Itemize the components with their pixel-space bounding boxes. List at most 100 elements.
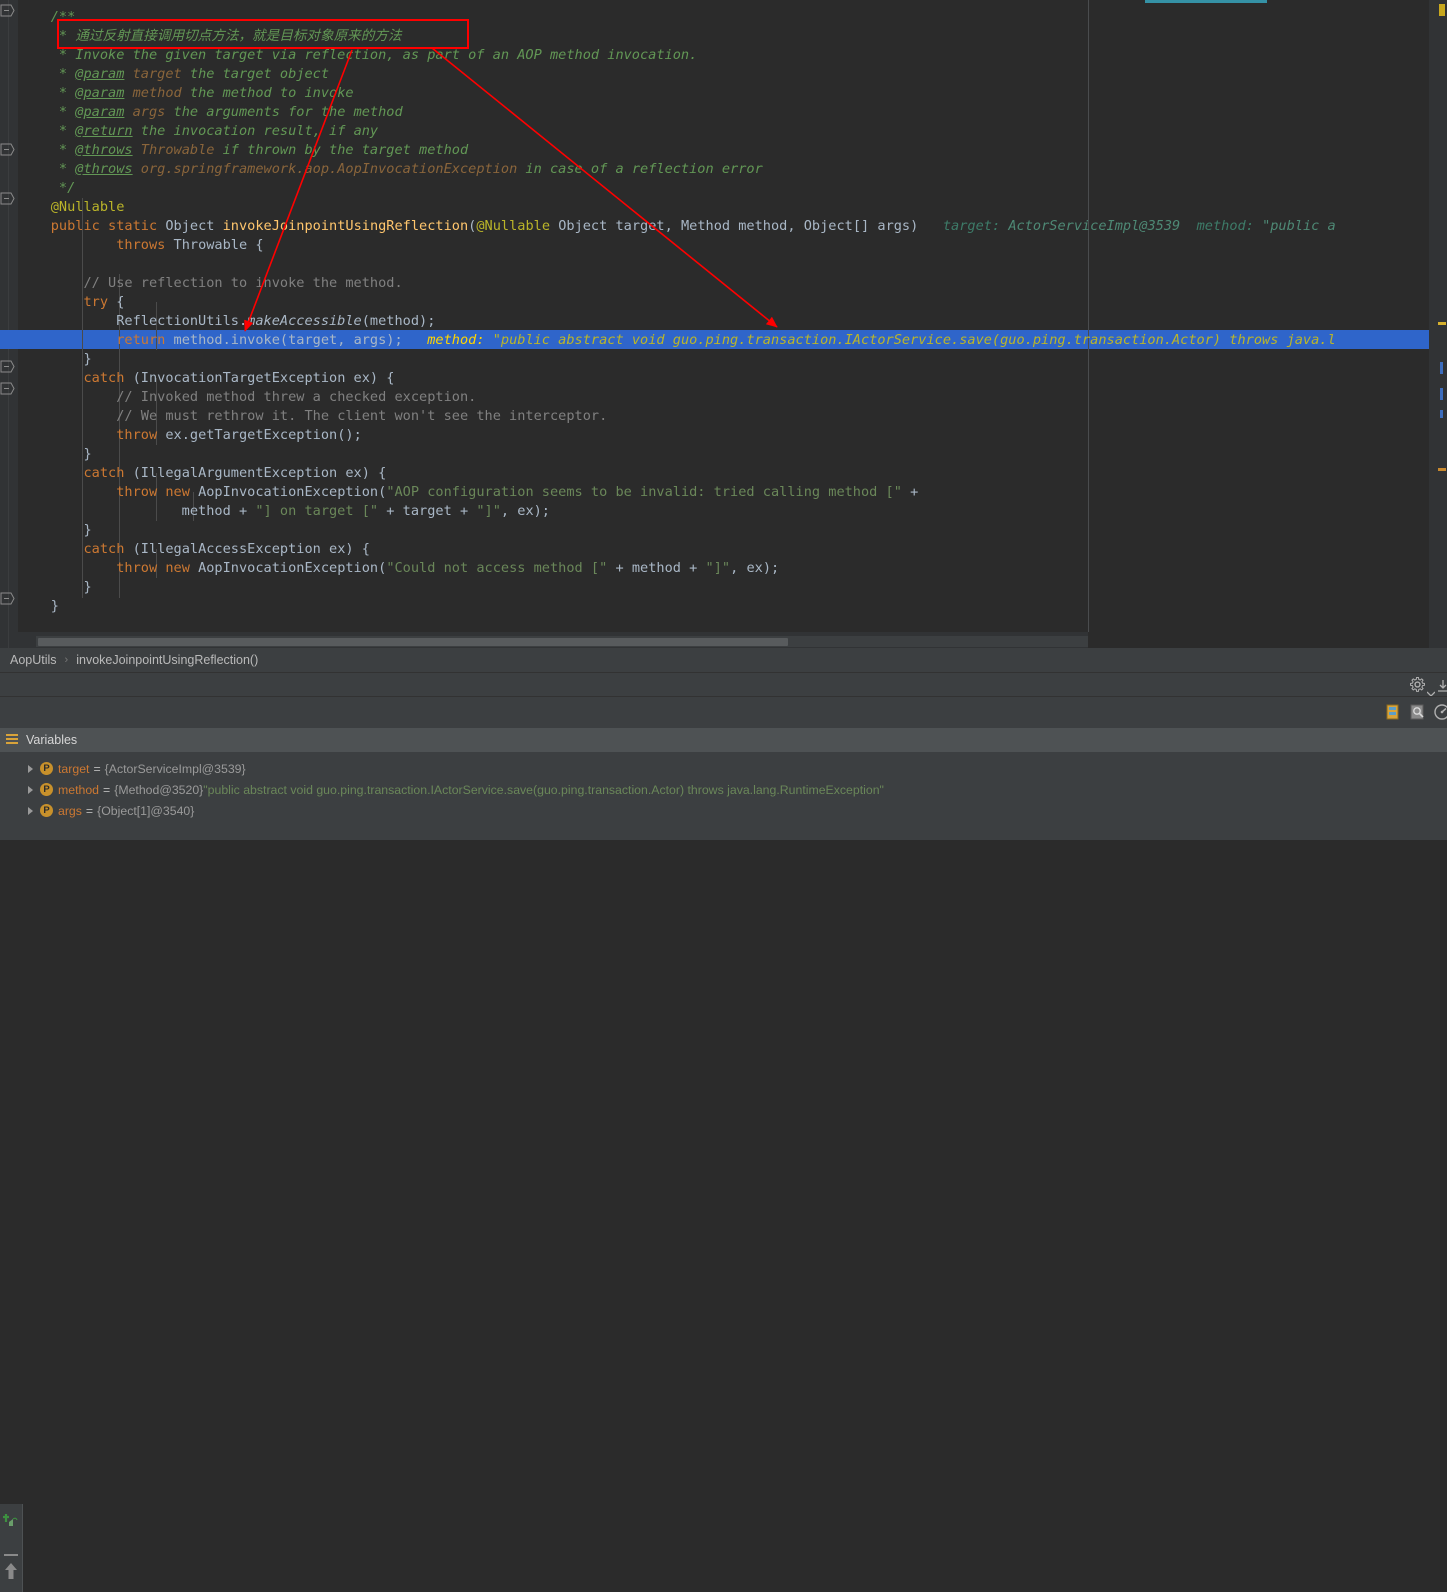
code-line[interactable]: // We must rethrow it. The client won't … — [18, 407, 607, 426]
top-scroll-indicator[interactable] — [1145, 0, 1267, 3]
profiler-icon[interactable] — [1433, 703, 1447, 725]
code-line[interactable]: * @param args the arguments for the meth… — [18, 103, 403, 122]
code-line[interactable]: } — [18, 521, 91, 540]
code-line[interactable]: // Use reflection to invoke the method. — [18, 274, 402, 293]
variables-panel-header[interactable]: Variables — [0, 728, 1447, 752]
code-token: } — [18, 598, 59, 614]
code-line[interactable]: */ — [18, 179, 75, 198]
fold-marker-try[interactable] — [0, 360, 15, 373]
parameter-badge-icon: P — [40, 783, 53, 796]
fold-marker-method[interactable] — [0, 143, 15, 156]
code-line[interactable]: * @param method the method to invoke — [18, 84, 354, 103]
expand-triangle-icon[interactable] — [28, 785, 33, 794]
fold-marker-end[interactable] — [0, 592, 15, 605]
code-line[interactable]: * @throws org.springframework.aop.AopInv… — [18, 160, 763, 179]
code-line[interactable]: } — [18, 578, 91, 597]
code-line[interactable]: public static Object invokeJoinpointUsin… — [18, 217, 1336, 236]
up-arrow-icon[interactable] — [4, 1562, 18, 1584]
code-line[interactable]: throws Throwable { — [18, 236, 264, 255]
marker-warning[interactable] — [1439, 4, 1445, 16]
memory-view-icon[interactable] — [1409, 703, 1427, 725]
variables-side-toolbar[interactable] — [0, 1504, 23, 1592]
code-token: "Could not access method [" — [386, 560, 608, 576]
breadcrumb[interactable]: AopUtils › invokeJoinpointUsingReflectio… — [0, 648, 1447, 672]
marker-usage[interactable] — [1440, 362, 1443, 374]
variable-row[interactable]: Ptarget = {ActorServiceImpl@3539} — [28, 758, 246, 779]
code-line[interactable]: catch (IllegalArgumentException ex) { — [18, 464, 386, 483]
code-line[interactable]: try { — [18, 293, 124, 312]
code-line[interactable]: catch (IllegalAccessException ex) { — [18, 540, 370, 559]
evaluate-expression-icon[interactable] — [2, 1512, 20, 1534]
code-token: Throwable { — [173, 237, 264, 253]
variable-row[interactable]: Pargs = {Object[1]@3540} — [28, 800, 194, 821]
minus-icon[interactable] — [4, 1542, 18, 1561]
parameter-badge-icon: P — [40, 762, 53, 775]
expand-triangle-icon[interactable] — [28, 764, 33, 773]
gear-icon[interactable] — [1410, 676, 1425, 696]
code-token: "] on target [" — [255, 503, 379, 519]
breadcrumb-method[interactable]: invokeJoinpointUsingReflection() — [76, 653, 258, 667]
gutter-divider-line — [8, 0, 9, 648]
code-line[interactable]: return method.invoke(target, args); meth… — [18, 331, 1336, 350]
variable-reference: {Object[1]@3540} — [97, 803, 195, 818]
code-token: "public a — [1262, 218, 1336, 234]
code-line[interactable]: throw ex.getTargetException(); — [18, 426, 362, 445]
code-line[interactable]: throw new AopInvocationException("Could … — [18, 559, 779, 578]
code-line[interactable]: // Invoked method threw a checked except… — [18, 388, 476, 407]
editor-right-separator — [1088, 0, 1089, 632]
code-line[interactable]: * @param target the target object — [18, 65, 329, 84]
code-pane[interactable]: /** * 通过反射直接调用切点方法，就是目标对象原来的方法 * Invoke … — [18, 0, 1447, 648]
code-token: makeAccessible — [247, 313, 362, 329]
variable-reference: {Method@3520} — [114, 782, 204, 797]
variable-string-value: "public abstract void guo.ping.transacti… — [203, 782, 884, 797]
variable-name: method — [58, 782, 100, 797]
code-line[interactable]: } — [18, 597, 59, 616]
marker-warning[interactable] — [1438, 468, 1446, 471]
editor-fold-gutter[interactable] — [0, 0, 18, 648]
marker-usage[interactable] — [1440, 388, 1443, 400]
fold-marker-javadoc[interactable] — [0, 4, 15, 17]
code-token: * — [18, 104, 76, 120]
code-line[interactable]: method + "] on target [" + target + "]",… — [18, 502, 550, 521]
code-token: method + — [18, 503, 256, 519]
debug-toolbar-second[interactable] — [0, 696, 1447, 729]
variables-panel-body[interactable]: Ptarget = {ActorServiceImpl@3539} Pmethod ={… — [0, 752, 1447, 1592]
marker-usage[interactable] — [1440, 410, 1443, 418]
code-token: "public abstract void guo.ping.transacti… — [492, 332, 1336, 348]
code-token: @throws — [75, 161, 133, 177]
code-line[interactable]: throw new AopInvocationException("AOP co… — [18, 483, 926, 502]
fold-marker-catch[interactable] — [0, 382, 15, 395]
code-token: Object target, Method method, Object[] a… — [550, 218, 919, 234]
breadcrumb-class[interactable]: AopUtils — [10, 653, 57, 667]
code-line[interactable]: catch (InvocationTargetException ex) { — [18, 369, 394, 388]
code-line[interactable]: } — [18, 350, 91, 369]
expand-triangle-icon[interactable] — [28, 806, 33, 815]
variable-row[interactable]: Pmethod = {Method@3520} "public abstract v… — [28, 779, 884, 800]
threads-icon[interactable] — [1384, 703, 1402, 725]
fold-marker-method-body[interactable] — [0, 192, 15, 205]
code-line[interactable]: ReflectionUtils.makeAccessible(method); — [18, 312, 435, 331]
code-token: @param — [75, 66, 125, 82]
download-icon[interactable] — [1437, 678, 1447, 697]
code-token: the invocation result, if any — [132, 123, 379, 139]
code-line[interactable]: * @return the invocation result, if any — [18, 122, 378, 141]
code-line[interactable]: @Nullable — [18, 198, 125, 217]
horizontal-scrollbar-thumb[interactable] — [38, 638, 788, 646]
code-line[interactable]: * @throws Throwable if thrown by the tar… — [18, 141, 468, 160]
code-token: the method to invoke — [181, 85, 354, 101]
code-token: catch — [83, 370, 125, 386]
code-token: (IllegalAccessException ex) { — [124, 541, 370, 557]
code-token: (method); — [361, 313, 436, 329]
debug-toolbar-top[interactable] — [0, 672, 1447, 697]
code-editor[interactable]: /** * 通过反射直接调用切点方法，就是目标对象原来的方法 * Invoke … — [0, 0, 1447, 648]
code-token: + method + — [607, 560, 706, 576]
code-token: invokeJoinpointUsingReflection — [222, 218, 469, 234]
marker-stripe-gutter[interactable] — [1429, 0, 1447, 648]
code-line[interactable]: } — [18, 445, 91, 464]
marker-current-line[interactable] — [1438, 322, 1446, 325]
